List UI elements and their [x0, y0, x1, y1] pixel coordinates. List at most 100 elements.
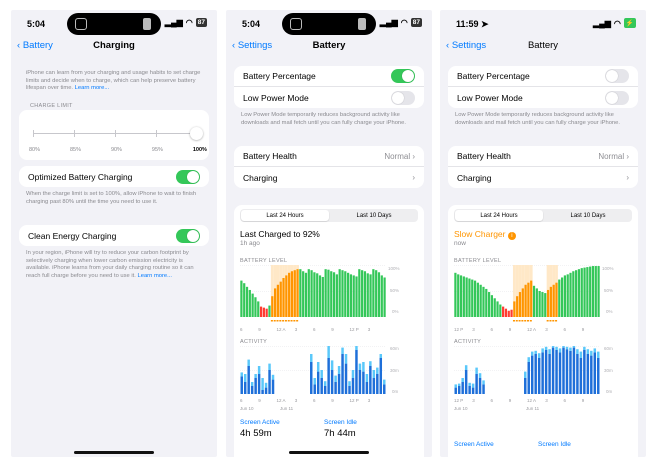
battery-percentage-row: Battery Percentage [234, 66, 424, 87]
charging-marker [276, 320, 279, 322]
activity-bar-active [250, 386, 254, 394]
battery-health-label: Battery Health [457, 151, 511, 161]
screen-active-value: 4h 59m [240, 428, 272, 439]
battery-bar [555, 282, 558, 317]
battery-bar [361, 270, 364, 317]
activity-bar-idle [478, 373, 482, 378]
activity-bar-active [537, 358, 541, 394]
x-tick-label: 6 [240, 398, 243, 403]
charging-marker [529, 320, 532, 322]
battery-bar [468, 278, 471, 317]
battery-bar [572, 271, 575, 317]
battery-bar [465, 277, 468, 317]
activity-bar-idle [247, 359, 250, 366]
health-card: Battery Health Normal › Charging › [448, 146, 638, 188]
activity-bar-active [597, 358, 600, 394]
activity-bar-idle [376, 367, 379, 374]
activity-bar-idle [334, 375, 337, 382]
battery-bar [341, 270, 344, 317]
battery-screen-slow-charger: 11:59 ➤ ▂▄▆ ◠ ⚡ ‹ Settings Battery Battery… [440, 10, 646, 457]
activity-bar-active [257, 374, 261, 394]
clean-learn-link[interactable]: Learn more... [138, 273, 172, 279]
activity-bar-idle [320, 370, 323, 378]
battery-bar [254, 297, 257, 317]
slider-knob[interactable] [190, 127, 203, 140]
battery-bar [532, 285, 536, 317]
low-power-note: Low Power Mode temporarily reduces backg… [241, 112, 406, 126]
learn-more-link[interactable]: Learn more... [75, 85, 109, 91]
limit-label: 95% [151, 147, 163, 153]
clock-text: 11:59 [456, 19, 479, 29]
battery-icon: 87 [410, 18, 422, 27]
charging-marker [552, 320, 555, 322]
low-power-row: Low Power Mode [234, 87, 424, 108]
battery-charging-icon: ⚡ [623, 18, 636, 28]
settings-card: Battery Percentage Low Power Mode [234, 66, 424, 108]
battery-bar [377, 272, 381, 317]
battery-percentage-toggle[interactable] [391, 69, 415, 83]
battery-health-row[interactable]: Battery Health Normal › [448, 146, 638, 167]
chevron-right-icon: › [626, 151, 629, 161]
charging-marker [546, 320, 549, 322]
battery-bar [471, 279, 474, 317]
activity-bar-idle [565, 346, 569, 350]
activity-bar-idle [379, 354, 383, 358]
info-icon[interactable]: i [507, 232, 516, 240]
activity-bar-active [379, 358, 383, 394]
x-tick-label: 12 P [349, 327, 359, 332]
nav-bar: ‹ Settings Battery [226, 40, 432, 56]
activity-bar-idle [541, 348, 544, 353]
activity-bar-active [383, 384, 386, 394]
battery-bar [462, 276, 465, 317]
battery-bar [346, 272, 350, 317]
low-power-row: Low Power Mode [448, 87, 638, 108]
tab-last-10-days[interactable]: Last 10 Days [544, 209, 632, 222]
battery-bar [457, 274, 460, 317]
tab-last-24-hours[interactable]: Last 24 Hours [455, 210, 543, 221]
battery-bar [279, 281, 282, 317]
x-tick-label: 6 [563, 327, 567, 332]
clean-label: Clean Energy Charging [28, 230, 117, 241]
activity-bar-active [310, 362, 313, 394]
activity-bar-idle [468, 382, 471, 386]
tab-last-10-days[interactable]: Last 10 Days [330, 209, 418, 222]
low-power-toggle[interactable] [391, 90, 415, 105]
activity-bar-active [471, 387, 475, 394]
y-tick-label: 30m [604, 368, 613, 373]
activity-bar-idle [358, 363, 362, 370]
x-tick-label: 3 [472, 398, 475, 403]
charge-limit-slider[interactable] [33, 127, 203, 140]
status-icons: ▂▄▆ ◠ ⚡ [593, 18, 636, 28]
y-tick-label: 0m [606, 389, 613, 394]
y-tick-label: 50% [390, 288, 400, 293]
battery-percentage-toggle[interactable] [605, 69, 629, 83]
x-tick-label: 9 [508, 398, 512, 403]
tab-last-24-hours[interactable]: Last 24 Hours [241, 210, 329, 221]
charging-row[interactable]: Charging › [234, 167, 424, 188]
battery-bar [459, 275, 463, 317]
battery-percentage-label: Battery Percentage [457, 71, 530, 81]
activity-bar-idle [537, 353, 541, 358]
battery-bar [558, 279, 561, 317]
battery-bar [304, 272, 308, 317]
clean-toggle[interactable] [176, 228, 200, 243]
activity-bar-idle [257, 366, 261, 374]
activity-bar-idle [348, 381, 351, 386]
low-power-toggle[interactable] [605, 90, 629, 105]
date-label: Jun 11 [280, 406, 294, 411]
battery-bar [273, 288, 277, 317]
clean-card: Clean Energy Charging [19, 225, 209, 246]
activity-bar-active [369, 366, 372, 394]
battery-bar [251, 293, 254, 317]
charging-row[interactable]: Charging › [448, 167, 638, 188]
charging-marker [512, 320, 515, 322]
activity-bar-active [316, 371, 320, 394]
battery-bar [380, 275, 383, 317]
optimized-toggle[interactable] [176, 169, 200, 184]
battery-health-row[interactable]: Battery Health Normal › [234, 146, 424, 167]
x-tick-label: 9 [581, 327, 585, 332]
optimized-label: Optimized Battery Charging [28, 171, 133, 182]
battery-bar [575, 270, 578, 317]
battery-bar [344, 271, 347, 317]
activity-bar-idle [562, 346, 565, 348]
